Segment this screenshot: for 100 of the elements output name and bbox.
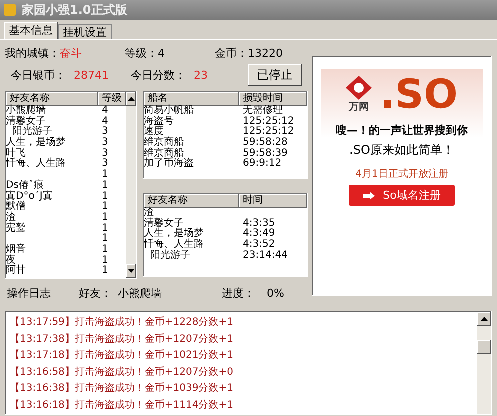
window-title: 家园小强1.0正式版 [22, 2, 128, 18]
table-cell-text: 忏悔、人生路 [144, 240, 205, 250]
stat-label: 今日银币： [11, 68, 66, 82]
table-cell-text: 1 [101, 170, 110, 180]
column-header[interactable]: 好友名称 [144, 194, 239, 208]
table-cell-text: Ds偆ˇ痕 [6, 180, 44, 191]
register-button[interactable]: So域名注册 [349, 185, 455, 206]
log-line: 【13:17:18】打击海盗成功！金币+1021分数+1 [10, 348, 234, 363]
ad-date: 4月1日正式开放注册 [356, 168, 448, 181]
table-cell-text: 阳光游子 [12, 127, 52, 138]
table-cell-text: 人生，是场梦 [6, 138, 67, 148]
table-cell-text: 3 [101, 138, 110, 148]
scrollbar[interactable] [477, 312, 491, 414]
scroll-up-button[interactable] [126, 92, 136, 106]
table-cell-text: 阿甘 [6, 266, 27, 278]
table-cell-text: 4 [101, 116, 110, 127]
scroll-up-button[interactable] [477, 312, 491, 326]
brand-name: 万网 [348, 101, 369, 114]
table-cell-text: 速度 [144, 127, 164, 138]
log-label: 操作日志 [7, 286, 52, 300]
stat-label: 等级： [125, 46, 158, 60]
table-cell-text: 1 [101, 266, 110, 278]
table-cell-text: 69:9:12 [242, 159, 283, 170]
table-cell-text: 1 [101, 244, 110, 256]
ad-tagline: .SO原来如此简单！ [350, 142, 454, 159]
table-cell-text: 59:58:39 [242, 148, 289, 159]
column-header[interactable]: 损毁时间 [239, 92, 307, 106]
column-header[interactable]: 船名 [144, 92, 239, 106]
table-cell-text: 加了币海盗 [144, 159, 195, 170]
scroll-down-button[interactable] [126, 264, 136, 278]
logo-icon [346, 76, 372, 100]
table-cell-text: 寘D°o´J寘 [6, 192, 54, 202]
table-cell-text: 3 [101, 159, 110, 170]
table-cell-text: 4:3:52 [242, 240, 276, 250]
table-cell-text: 渣 [6, 212, 16, 223]
log-line: 【13:16:18】打击海盗成功！金币+1114分数+1 [10, 398, 234, 412]
table-cell-text: 无需修理 [242, 106, 284, 116]
tab[interactable]: 挂机设置 [58, 24, 112, 39]
stat-label: 金币： [215, 46, 248, 60]
log-line: 【13:17:59】打击海盗成功！金币+1228分数+1 [10, 316, 234, 330]
arrow-icon [363, 192, 376, 200]
progress-value: 0% [267, 286, 284, 300]
table-cell-text: 忏悔、人生路 [6, 159, 67, 170]
log-line: 【13:16:38】打击海盗成功！金币+1039分数+1 [10, 382, 234, 396]
table-cell-text: 1 [101, 256, 110, 266]
table-cell-text: 渣 [144, 208, 154, 218]
table-cell-text: 1 [101, 224, 110, 234]
table-cell-text: 维京商船 [144, 148, 184, 159]
table-cell-text: 宪鹫 [6, 224, 27, 234]
column-header[interactable]: 时间 [239, 194, 307, 208]
table-cell-text: 1 [101, 234, 110, 244]
friend-name: 小熊爬墙 [118, 286, 163, 300]
ad-headline: .SO [380, 73, 458, 117]
stat-label: 我的城镇： [5, 46, 60, 60]
table-cell-text: 59:58:28 [242, 138, 289, 148]
column-header[interactable]: 等级 [98, 92, 126, 106]
table-cell-text: 维京商船 [144, 138, 185, 148]
table-cell-text: 烟音 [6, 244, 27, 255]
scroll-thumb[interactable] [477, 340, 491, 354]
table-cell-text: 1 [101, 202, 110, 212]
table-cell-text: 叶飞 [6, 148, 27, 159]
scrollbar[interactable] [126, 92, 136, 278]
friend-label: 好友： [79, 286, 112, 300]
table-cell-text: 清馨女子 [6, 116, 46, 127]
table-cell-text: 小熊爬墙 [6, 106, 47, 116]
column-header[interactable]: 好友名称 [6, 92, 98, 106]
stop-button[interactable]: 已停止 [248, 64, 302, 86]
table-cell-text: 125:25:12 [242, 127, 296, 138]
table-cell-text: 简易小帆船 [144, 106, 195, 116]
tab[interactable]: 基本信息 [4, 22, 58, 39]
down-arrow-icon [128, 269, 134, 273]
app-icon [4, 4, 16, 16]
stat-value: 4 [158, 46, 165, 60]
table-cell-text: 1 [101, 212, 110, 224]
table-cell-text: 默僧 [6, 202, 27, 212]
table-cell-text: 3 [101, 127, 110, 138]
stat-value: 奋斗 [60, 46, 82, 60]
log-line: 【13:16:58】打击海盗成功！金币+1207分数+0 [10, 366, 234, 380]
table-cell-text: 4:3:35 [242, 218, 276, 229]
stat-value: 13220 [248, 46, 283, 60]
progress-label: 进度： [222, 286, 255, 300]
table-cell-text: 海盗号 [144, 116, 175, 127]
table-cell-text: 人生，是场梦 [144, 229, 205, 240]
table-cell-text: 阳光游子 [149, 250, 192, 262]
table-cell-text: 1 [101, 180, 110, 192]
stat-value: 28741 [74, 68, 109, 82]
table-cell-text: 23:14:44 [242, 250, 289, 262]
table-cell-text: 4:3:49 [242, 229, 276, 240]
up-arrow-icon [480, 317, 488, 321]
ad-slogan: 嗖—！的一声让世界搜到你 [336, 123, 468, 138]
up-arrow-icon [128, 97, 134, 101]
table-cell-text: 3 [101, 148, 110, 159]
table-cell-text: 4 [101, 106, 110, 116]
table-cell-text: 夜 [6, 256, 16, 266]
table-cell-text: 清馨女子 [144, 218, 184, 229]
table-cell-text: 1 [101, 192, 110, 202]
stat-label: 今日分数： [131, 68, 186, 82]
log-line: 【13:17:38】打击海盗成功！金币+1207分数+1 [10, 332, 234, 346]
table-cell-text: 125:25:12 [242, 116, 296, 127]
stat-value: 23 [194, 68, 208, 82]
